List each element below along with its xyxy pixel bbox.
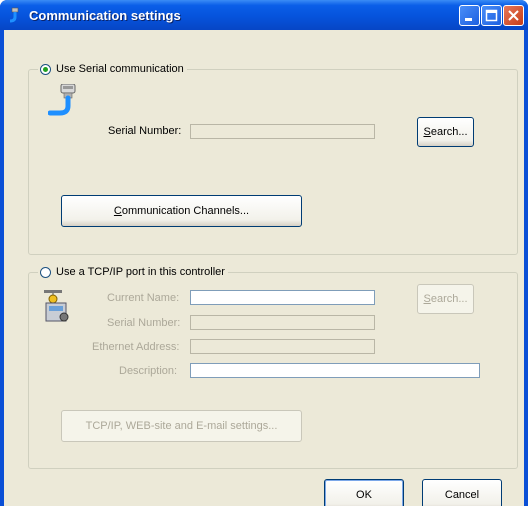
current-name-label: Current Name: [107,292,180,304]
tcp-serial-number-label: Serial Number: [107,317,181,329]
serial-connector-icon [48,84,76,116]
title-bar[interactable]: Communication settings [0,0,528,30]
serial-radio-button[interactable] [40,63,51,75]
close-button[interactable] [503,5,524,26]
dialog-client-area: Use Serial communication Serial Number: … [4,30,524,506]
cancel-button[interactable]: Cancel [422,479,502,506]
dialog-window: Communication settings Use Serial commun… [0,0,528,506]
serial-number-field [190,124,375,139]
minimize-icon [465,18,472,21]
tcp-radio[interactable]: Use a TCP/IP port in this controller [38,266,228,278]
tcp-serial-number-field [190,315,375,330]
serial-group [28,69,518,255]
maximize-icon [485,9,498,22]
serial-radio-label: Use Serial communication [56,63,184,75]
ok-button[interactable]: OK [324,479,404,506]
minimize-button[interactable] [459,5,480,26]
ethernet-address-field [190,339,375,354]
description-field[interactable] [190,363,480,378]
window-title: Communication settings [29,8,181,23]
current-name-field[interactable] [190,290,375,305]
maximize-button[interactable] [481,5,502,26]
serial-radio[interactable]: Use Serial communication [38,63,187,75]
description-label: Description: [119,365,178,377]
communication-channels-button[interactable]: Communication Channels... [61,195,302,227]
serial-number-label: Serial Number: [108,125,182,137]
tcp-radio-label: Use a TCP/IP port in this controller [56,266,225,278]
tcp-radio-button[interactable] [40,266,51,278]
close-icon [508,10,519,21]
tcp-search-button[interactable]: Search... [417,284,474,314]
network-controller-icon [44,290,69,322]
ethernet-address-label: Ethernet Address: [92,341,180,353]
connector-icon [9,7,19,23]
tcp-settings-button[interactable]: TCP/IP, WEB-site and E-mail settings... [61,410,302,442]
serial-search-button[interactable]: Search... [417,117,474,147]
